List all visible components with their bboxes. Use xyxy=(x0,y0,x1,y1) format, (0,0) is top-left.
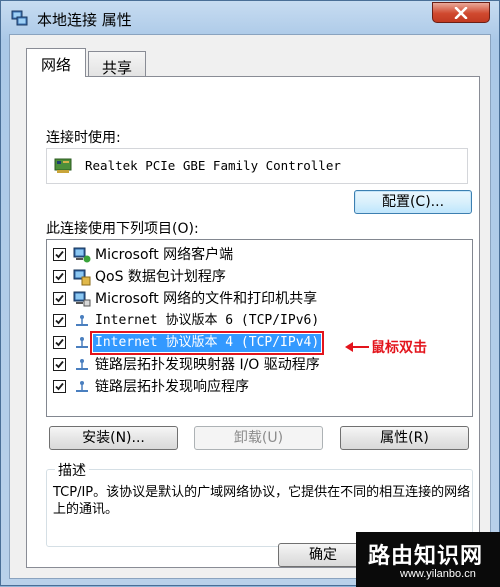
annotation-arrow-icon xyxy=(345,342,369,352)
checkbox[interactable] xyxy=(53,336,66,349)
checkmark-icon xyxy=(55,316,64,325)
qos-scheduler-icon xyxy=(73,269,91,286)
properties-window: 本地连接 属性 网络 共享 连接时使用: Realtek PCIe GBE Fa… xyxy=(0,0,500,587)
adapter-display: Realtek PCIe GBE Family Controller xyxy=(46,148,468,184)
tab-sharing[interactable]: 共享 xyxy=(88,51,146,77)
list-item-label: Internet 协议版本 6 (TCP/IPv6) xyxy=(95,313,320,328)
checkbox[interactable] xyxy=(53,270,66,283)
list-item-label: Internet 协议版本 4 (TCP/IPv4) xyxy=(89,331,325,355)
protocol-icon xyxy=(76,359,88,370)
checkmark-icon xyxy=(55,360,64,369)
watermark-url: www.yilanbo.cn xyxy=(400,568,476,580)
list-item-label: Microsoft 网络的文件和打印机共享 xyxy=(95,291,318,307)
close-icon xyxy=(454,7,468,19)
configure-button[interactable]: 配置(C)... xyxy=(354,190,472,214)
checkmark-icon xyxy=(55,338,64,347)
checkbox[interactable] xyxy=(53,358,66,371)
tab-network[interactable]: 网络 xyxy=(26,48,86,77)
title-bar[interactable]: 本地连接 属性 xyxy=(1,1,500,35)
description-text: TCP/IP。该协议是默认的广域网络协议，它提供在不同的相互连接的网络上的通讯。 xyxy=(53,485,471,517)
file-printer-sharing-icon xyxy=(73,291,91,307)
components-list[interactable]: Microsoft 网络客户端 QoS 数据包计划程序 Microsoft 网络… xyxy=(46,239,473,417)
close-button[interactable] xyxy=(432,2,490,23)
checkbox[interactable] xyxy=(53,380,66,393)
protocol-icon xyxy=(76,381,88,392)
protocol-icon xyxy=(76,337,88,348)
list-item-label: 链路层拓扑发现映射器 I/O 驱动程序 xyxy=(95,357,320,373)
checkbox[interactable] xyxy=(53,314,66,327)
watermark: 路由知识网 www.yilanbo.cn xyxy=(356,532,500,587)
network-adapter-icon xyxy=(54,158,72,173)
list-item-label: QoS 数据包计划程序 xyxy=(95,269,226,285)
adapter-name: Realtek PCIe GBE Family Controller xyxy=(85,158,341,173)
install-button[interactable]: 安装(N)... xyxy=(49,426,178,450)
list-item-label: 链路层拓扑发现响应程序 xyxy=(95,379,249,395)
checkmark-icon xyxy=(55,272,64,281)
network-connection-icon xyxy=(11,10,28,26)
list-item-label: Microsoft 网络客户端 xyxy=(95,247,234,263)
watermark-title: 路由知识网 xyxy=(368,544,484,569)
checkmark-icon xyxy=(55,294,64,303)
tab-panel-network: 连接时使用: Realtek PCIe GBE Family Controlle… xyxy=(26,76,480,568)
connect-using-label: 连接时使用: xyxy=(46,130,121,146)
network-client-icon xyxy=(73,247,91,263)
ok-button[interactable]: 确定 xyxy=(278,543,368,567)
dialog-client-area: 网络 共享 连接时使用: Realtek PCIe GBE Family Con… xyxy=(9,34,491,579)
protocol-icon xyxy=(76,315,88,326)
window-title: 本地连接 属性 xyxy=(37,11,132,29)
checkbox[interactable] xyxy=(53,292,66,305)
uninstall-button[interactable]: 卸载(U) xyxy=(194,426,323,450)
items-label: 此连接使用下列项目(O): xyxy=(46,221,199,237)
checkmark-icon xyxy=(55,250,64,259)
properties-button[interactable]: 属性(R) xyxy=(340,426,469,450)
annotation-text: 鼠标双击 xyxy=(371,340,427,356)
checkmark-icon xyxy=(55,382,64,391)
checkbox[interactable] xyxy=(53,248,66,261)
description-title: 描述 xyxy=(55,460,89,480)
